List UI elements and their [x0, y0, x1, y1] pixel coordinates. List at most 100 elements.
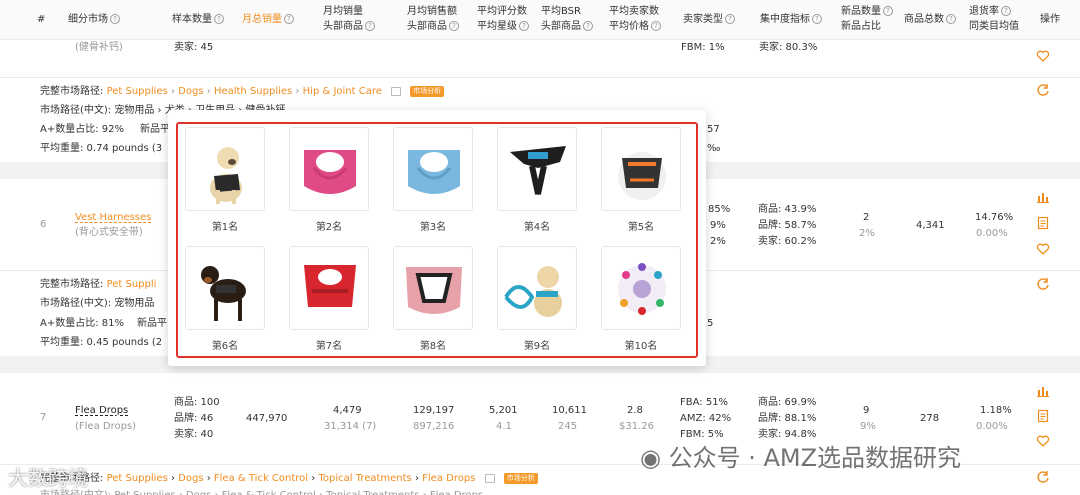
header-new[interactable]: 新品数量? 新品占比 — [841, 4, 893, 34]
row-6-index: 6 — [40, 219, 47, 230]
path-link[interactable]: Pet Supplies — [107, 86, 168, 97]
row-divider — [0, 77, 1080, 78]
refresh-icon[interactable] — [1036, 83, 1050, 97]
refresh-icon[interactable] — [1036, 277, 1050, 291]
path-link[interactable]: Flea Drops — [422, 473, 475, 484]
header-sellers[interactable]: 平均卖家数 平均价格? — [609, 4, 661, 34]
question-circle-icon[interactable]: ? — [214, 14, 224, 24]
question-circle-icon[interactable]: ? — [946, 14, 956, 24]
row-7-price: $31.26 — [619, 421, 654, 432]
header-avg-revenue[interactable]: 月均销售额 头部商品? — [407, 4, 459, 34]
row-6-seller-type: 9% — [710, 220, 726, 231]
row-6-seller-type: 2% — [710, 236, 726, 247]
row-7-seller-type: AMZ: 42% — [680, 413, 732, 424]
detail-1-new: 新品平 — [140, 124, 170, 135]
heart-icon[interactable] — [1036, 49, 1050, 63]
header-rating[interactable]: 平均评分数 平均星级? — [477, 4, 529, 34]
document-icon[interactable] — [1036, 216, 1050, 230]
path-link[interactable]: Dogs — [178, 473, 203, 484]
refresh-icon[interactable] — [1036, 470, 1050, 484]
header-return[interactable]: 退货率? 同类目均值 — [969, 4, 1019, 34]
path-link[interactable]: Topical Treatments — [318, 473, 411, 484]
header-index: # — [37, 14, 46, 25]
row-7-avg-revenue-head: 897,216 — [413, 421, 455, 432]
path-link[interactable]: Pet Suppli — [107, 279, 157, 290]
question-circle-icon[interactable]: ? — [883, 6, 893, 16]
heart-icon[interactable] — [1036, 242, 1050, 256]
detail-1-aplus: A+数量占比: 92% — [40, 124, 124, 135]
row-7-return-avg: 0.00% — [976, 421, 1008, 432]
detail-1-partial: ‰ — [707, 143, 721, 154]
row-7-total-products: 278 — [920, 413, 940, 424]
header-total-products[interactable]: 商品总数? — [904, 12, 956, 27]
heart-icon[interactable] — [1036, 434, 1050, 448]
row-top-seller-type: FBM: 1% — [681, 42, 725, 53]
row-7-sample: 商品: 100 — [174, 397, 220, 408]
watermark: ◉ 公众号 · AMZ选品数据研究 — [640, 444, 962, 472]
header-market[interactable]: 细分市场? — [68, 12, 120, 27]
detail-1-weight: 平均重量: 0.74 pounds (3 — [40, 143, 163, 154]
row-7-concentration: 商品: 69.9% — [758, 397, 817, 408]
row-7-sample: 卖家: 40 — [174, 429, 214, 440]
row-7-seller-type: FBA: 51% — [680, 397, 729, 408]
row-7-sellers: 2.8 — [627, 405, 643, 416]
question-circle-icon[interactable]: ? — [365, 21, 375, 31]
path-link[interactable]: Pet Supplies — [107, 473, 168, 484]
row-7-sample: 品牌: 46 — [174, 413, 214, 424]
document-icon[interactable] — [1036, 409, 1050, 423]
bar-chart-icon[interactable] — [1036, 384, 1050, 398]
row-7-market-link[interactable]: Flea Drops — [75, 404, 128, 417]
header-seller-type[interactable]: 卖家类型? — [683, 12, 735, 27]
question-circle-icon[interactable]: ? — [812, 14, 822, 24]
header-avg-sales[interactable]: 月均销量 头部商品? — [323, 4, 375, 34]
row-7-avg-sales-head: 31,314 (7) — [324, 421, 377, 432]
question-circle-icon[interactable]: ? — [519, 21, 529, 31]
detail-1-path: 完整市场路径: Pet Supplies › Dogs › Health Sup… — [40, 85, 445, 98]
detail-1-partial: 57 — [707, 124, 720, 135]
row-top-concentration: 卖家: 80.3% — [759, 42, 818, 53]
question-circle-icon[interactable]: ? — [284, 14, 294, 24]
path-link[interactable]: Dogs — [178, 86, 203, 97]
detail-2-path: 完整市场路径: Pet Suppli — [40, 279, 157, 290]
question-circle-icon[interactable]: ? — [583, 21, 593, 31]
row-7-total-sales: 447,970 — [246, 413, 288, 424]
header-concentration[interactable]: 集中度指标? — [760, 12, 822, 27]
row-7-concentration: 品牌: 88.1% — [758, 413, 817, 424]
row-top-market-cn: (健骨补钙) — [75, 42, 123, 53]
row-7-rating: 5,201 — [489, 405, 518, 416]
header-bsr[interactable]: 平均BSR 头部商品? — [541, 4, 593, 34]
row-7-index: 7 — [40, 412, 47, 423]
share-icon[interactable] — [391, 86, 402, 96]
wechat-icon: ◉ — [640, 444, 661, 472]
row-6-concentration: 商品: 43.9% — [758, 204, 817, 215]
row-6-concentration: 品牌: 58.7% — [758, 220, 817, 231]
row-6-market-link[interactable]: Vest Harnesses — [75, 211, 151, 224]
path-link[interactable]: Flea & Tick Control — [214, 473, 308, 484]
market-analysis-tag[interactable]: 市场分析 — [410, 85, 445, 97]
question-circle-icon[interactable]: ? — [449, 21, 459, 31]
row-7-market-cn: (Flea Drops) — [75, 421, 137, 432]
row-6-return-rate: 14.76% — [975, 212, 1014, 223]
question-circle-icon[interactable]: ? — [651, 21, 661, 31]
bar-chart-icon[interactable] — [1036, 190, 1050, 204]
row-7-return-rate: 1.18% — [980, 405, 1012, 416]
row-6-new-ratio: 2% — [859, 228, 875, 239]
path-link[interactable]: Health Supplies — [214, 86, 292, 97]
question-circle-icon[interactable]: ? — [1001, 6, 1011, 16]
header-total-sales[interactable]: 月总销量? — [242, 12, 294, 27]
row-6-market-cn: (背心式安全带) — [75, 227, 143, 238]
market-analysis-tag[interactable]: 市场分析 — [503, 472, 538, 484]
path-link[interactable]: Hip & Joint Care — [303, 86, 382, 97]
row-6-new-count: 2 — [863, 212, 870, 223]
row-6-seller-type: 85% — [708, 204, 731, 215]
detail-3-path: 完整市场路径: Pet Supplies › Dogs › Flea & Tic… — [40, 472, 538, 485]
question-circle-icon[interactable]: ? — [110, 14, 120, 24]
detail-2-weight: 平均重量: 0.45 pounds (2 — [40, 337, 163, 348]
detail-2-path-cn: 市场路径(中文): 宠物用品 — [40, 298, 155, 309]
header-sample[interactable]: 样本数量? — [172, 12, 224, 27]
share-icon[interactable] — [484, 473, 495, 483]
question-circle-icon[interactable]: ? — [725, 14, 735, 24]
watermark-corner: 大数跨境 — [8, 466, 88, 490]
highlight-box — [176, 122, 698, 358]
row-6-concentration: 卖家: 60.2% — [758, 236, 817, 247]
